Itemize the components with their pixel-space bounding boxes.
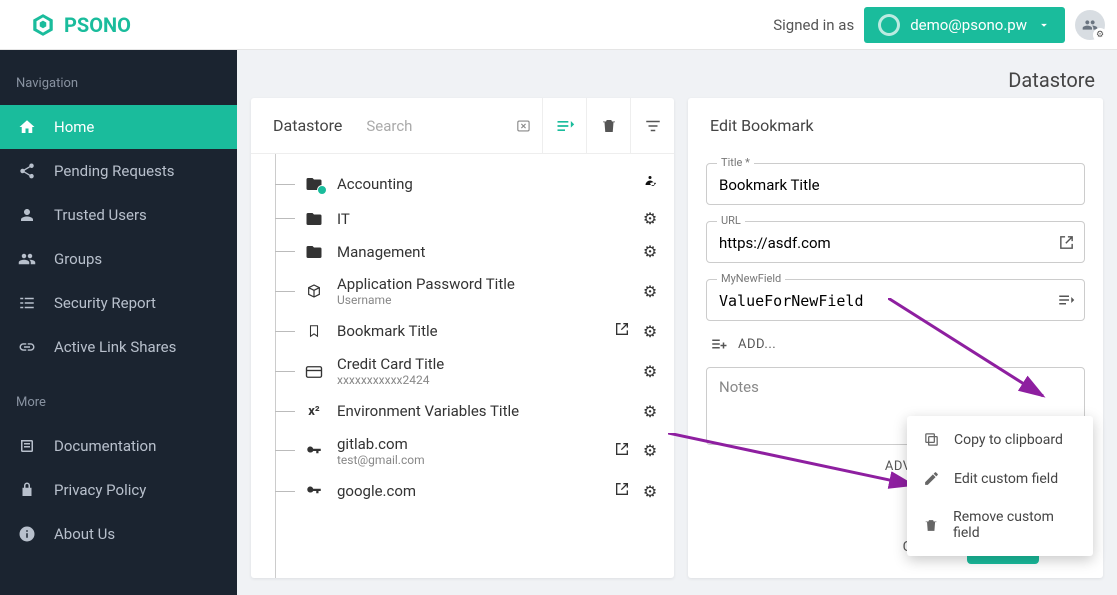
user-email: demo@psono.pw (910, 16, 1027, 34)
custom-field-input[interactable] (707, 280, 1048, 320)
more-section-label: More (0, 387, 237, 424)
custom-field: MyNewField (706, 279, 1085, 321)
url-label: URL (717, 214, 745, 227)
lock-icon (18, 481, 36, 499)
link-icon (18, 338, 36, 356)
item-menu-icon[interactable]: ⚙ (636, 482, 664, 501)
nav-documentation[interactable]: Documentation (0, 424, 237, 468)
copy-icon (923, 431, 940, 448)
nav-about-us[interactable]: About Us (0, 512, 237, 556)
tree-item-gitlab[interactable]: gitlab.comtest@gmail.com ⚙ (269, 428, 670, 474)
filter-icon (644, 117, 662, 135)
nav-groups[interactable]: Groups (0, 237, 237, 281)
groups-icon (18, 250, 36, 268)
bookmark-icon (303, 323, 325, 339)
title-label: Title * (717, 156, 754, 169)
custom-field-label: MyNewField (717, 272, 785, 285)
env-icon: x² (303, 404, 325, 419)
avatar-icon (878, 14, 900, 36)
item-menu-icon[interactable]: ⚙ (636, 209, 664, 228)
url-field: URL (706, 221, 1085, 263)
nav-active-link-shares[interactable]: Active Link Shares (0, 325, 237, 369)
item-menu-icon[interactable] (636, 173, 664, 195)
folder-icon (303, 243, 325, 261)
tree-item-credit-card[interactable]: Credit Card Titlexxxxxxxxxxx2424 ⚙ (269, 348, 670, 394)
pencil-icon (923, 470, 940, 487)
nav-security-report[interactable]: Security Report (0, 281, 237, 325)
trash-icon (923, 517, 939, 534)
nav-pending-requests[interactable]: Pending Requests (0, 149, 237, 193)
folder-icon (303, 210, 325, 228)
trash-button[interactable] (586, 98, 630, 154)
clear-search-icon[interactable] (515, 116, 532, 136)
open-url-button[interactable] (1048, 224, 1084, 260)
key-icon (303, 482, 325, 500)
nav-trusted-users[interactable]: Trusted Users (0, 193, 237, 237)
url-input[interactable] (707, 222, 1048, 262)
menu-add-icon (555, 116, 575, 136)
item-menu-icon[interactable]: ⚙ (636, 402, 664, 421)
folder-shared-icon (303, 175, 325, 193)
title-field: Title * (706, 163, 1085, 205)
open-link-icon[interactable] (608, 321, 636, 341)
list-icon (18, 294, 36, 312)
multiuser-button[interactable]: ⚙ (1075, 10, 1105, 40)
home-icon (18, 118, 36, 136)
menu-copy[interactable]: Copy to clipboard (907, 420, 1093, 459)
custom-field-menu-button[interactable] (1048, 282, 1084, 318)
trash-icon (600, 117, 618, 135)
item-menu-icon[interactable]: ⚙ (636, 282, 664, 301)
person-icon (18, 206, 36, 224)
add-field-button[interactable]: ADD... (706, 321, 1085, 353)
datastore-title: Datastore (251, 116, 364, 135)
item-menu-icon[interactable]: ⚙ (636, 242, 664, 261)
key-icon (303, 442, 325, 460)
menu-edit[interactable]: Edit custom field (907, 459, 1093, 498)
new-entry-button[interactable] (542, 98, 586, 154)
chevron-down-icon (1037, 18, 1051, 32)
cube-icon (303, 283, 325, 299)
tree-item-google[interactable]: google.com ⚙ (269, 474, 670, 508)
nav-section-label: Navigation (0, 68, 237, 105)
brand-logo[interactable]: PSONO (12, 12, 131, 38)
tree-item-management[interactable]: Management ⚙ (269, 235, 670, 268)
open-link-icon[interactable] (608, 441, 636, 461)
nav-home[interactable]: Home (0, 105, 237, 149)
datastore-panel: Datastore (251, 98, 674, 578)
share-icon (18, 162, 36, 180)
custom-field-context-menu: Copy to clipboard Edit custom field Remo… (907, 416, 1093, 556)
item-menu-icon[interactable]: ⚙ (636, 322, 664, 341)
book-icon (18, 437, 36, 455)
nav-privacy-policy[interactable]: Privacy Policy (0, 468, 237, 512)
info-icon (18, 525, 36, 543)
psono-hex-icon (30, 12, 56, 38)
tree-item-app-password[interactable]: Application Password TitleUsername ⚙ (269, 268, 670, 314)
editor-title: Edit Bookmark (688, 98, 1103, 141)
search-input[interactable] (364, 111, 515, 141)
tree-item-it[interactable]: IT ⚙ (269, 202, 670, 235)
tree-item-bookmark[interactable]: Bookmark Title ⚙ (269, 314, 670, 348)
signed-in-label: Signed in as (773, 16, 854, 34)
item-menu-icon[interactable]: ⚙ (636, 441, 664, 460)
brand-text: PSONO (64, 13, 131, 37)
filter-button[interactable] (630, 98, 674, 154)
tree-item-accounting[interactable]: Accounting (269, 166, 670, 202)
title-input[interactable] (707, 164, 1084, 204)
user-menu[interactable]: demo@psono.pw (864, 7, 1065, 43)
sidebar: Navigation Home Pending Requests Trusted… (0, 50, 237, 595)
editor-panel: Edit Bookmark Title * URL MyNewField (688, 98, 1103, 578)
tree-item-env-vars[interactable]: x² Environment Variables Title ⚙ (269, 395, 670, 428)
menu-remove[interactable]: Remove custom field (907, 498, 1093, 552)
breadcrumb: Datastore (237, 50, 1117, 98)
open-link-icon[interactable] (608, 481, 636, 501)
item-menu-icon[interactable]: ⚙ (636, 362, 664, 381)
gear-icon: ⚙ (1093, 28, 1107, 42)
card-icon (303, 365, 325, 379)
add-icon (710, 335, 728, 353)
